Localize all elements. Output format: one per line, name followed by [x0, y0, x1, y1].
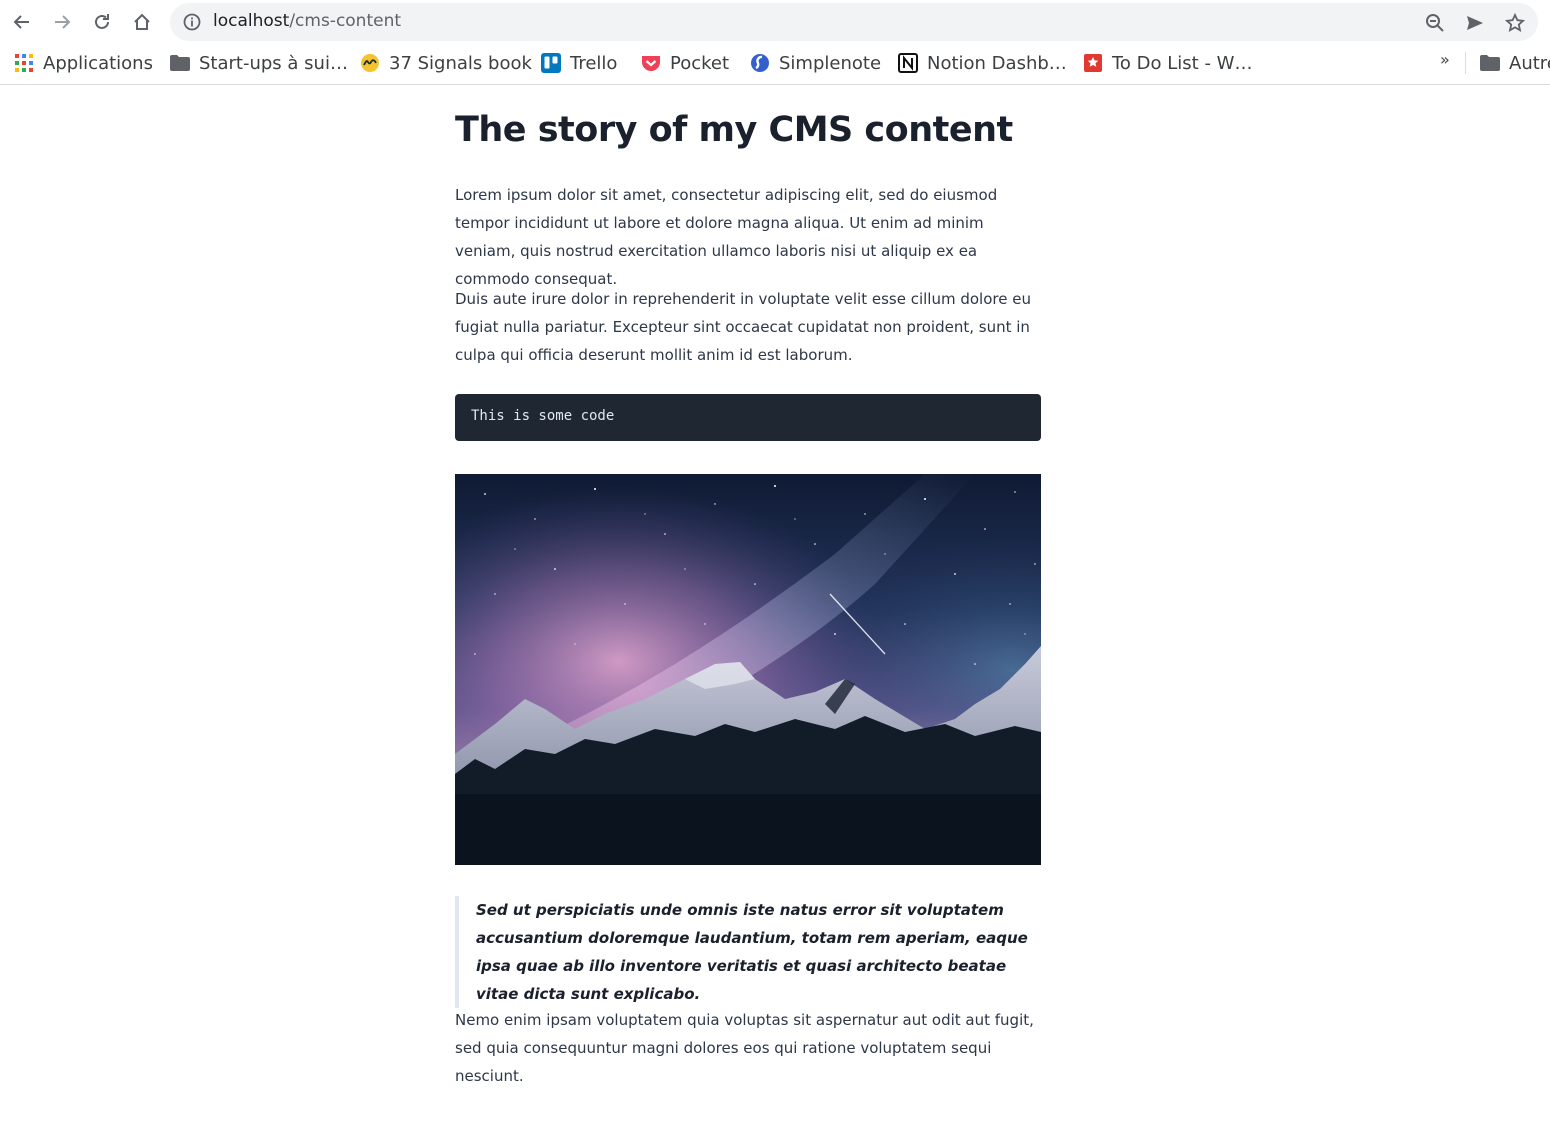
- trello-icon: [541, 53, 561, 73]
- article-paragraph: Nemo enim ipsam voluptatem quia voluptas…: [455, 1011, 1034, 1085]
- basecamp-icon: [360, 53, 380, 73]
- mountain-night-sky-image: [455, 474, 1041, 865]
- folder-icon: [1480, 53, 1500, 73]
- bookmark-label: Simplenote: [779, 52, 882, 74]
- bookmark-label: Notion Dashb…: [927, 52, 1067, 74]
- forward-button[interactable]: [46, 6, 78, 38]
- url-text[interactable]: localhost/cms-content: [213, 11, 401, 31]
- info-icon[interactable]: [182, 12, 202, 32]
- bookmark-label: Trello: [570, 52, 618, 74]
- article-title: The story of my CMS content: [455, 110, 1013, 150]
- bookmark-label: Autre: [1509, 52, 1550, 74]
- apps-grid-icon: [14, 53, 34, 73]
- code-block: This is some code: [455, 394, 1041, 441]
- bookmark-todo-list[interactable]: To Do List - W…: [1083, 50, 1252, 76]
- bookmark-notion[interactable]: Notion Dashb…: [898, 50, 1067, 76]
- bookmarks-separator: [1465, 52, 1466, 74]
- browser-toolbar: localhost/cms-content: [0, 0, 1550, 42]
- bookmark-label: 37 Signals book: [389, 52, 532, 74]
- bookmark-37signals[interactable]: 37 Signals book: [360, 50, 532, 76]
- bookmark-trello[interactable]: Trello: [541, 50, 617, 76]
- bookmark-applications[interactable]: Applications: [14, 50, 153, 76]
- bookmark-startups-folder[interactable]: Start-ups à sui…: [170, 50, 348, 76]
- article-paragraph: Lorem ipsum dolor sit amet, consectetur …: [455, 186, 998, 288]
- bookmark-label: Applications: [43, 52, 153, 74]
- url-host: localhost: [213, 11, 290, 31]
- notion-icon: [898, 53, 918, 73]
- home-icon: [134, 13, 150, 30]
- blockquote: Sed ut perspiciatis unde omnis iste natu…: [455, 896, 1045, 1008]
- send-icon[interactable]: [1464, 12, 1486, 34]
- bookmark-label: Start-ups à sui…: [199, 52, 348, 74]
- home-button[interactable]: [126, 6, 158, 38]
- bookmark-label: Pocket: [670, 52, 730, 74]
- back-button[interactable]: [6, 6, 38, 38]
- bookmark-autre-folder[interactable]: Autre: [1480, 50, 1550, 76]
- reload-button[interactable]: [86, 6, 118, 38]
- pocket-icon: [641, 53, 661, 73]
- bookmark-simplenote[interactable]: Simplenote: [750, 50, 881, 76]
- url-path: /cms-content: [289, 11, 402, 31]
- arrow-right-icon: [55, 15, 71, 29]
- article-paragraph: Duis aute irure dolor in reprehenderit i…: [455, 290, 1031, 364]
- address-bar[interactable]: localhost/cms-content: [170, 3, 1538, 41]
- bookmark-label: To Do List - W…: [1112, 52, 1253, 74]
- bookmarks-overflow-button[interactable]: »: [1440, 50, 1450, 69]
- folder-icon: [170, 53, 190, 73]
- simplenote-icon: [750, 53, 770, 73]
- bookmark-pocket[interactable]: Pocket: [641, 50, 729, 76]
- reload-icon: [95, 14, 109, 29]
- arrow-left-icon: [13, 15, 29, 29]
- star-icon[interactable]: [1504, 12, 1526, 34]
- zoom-icon[interactable]: [1424, 12, 1446, 34]
- todo-icon: [1083, 53, 1103, 73]
